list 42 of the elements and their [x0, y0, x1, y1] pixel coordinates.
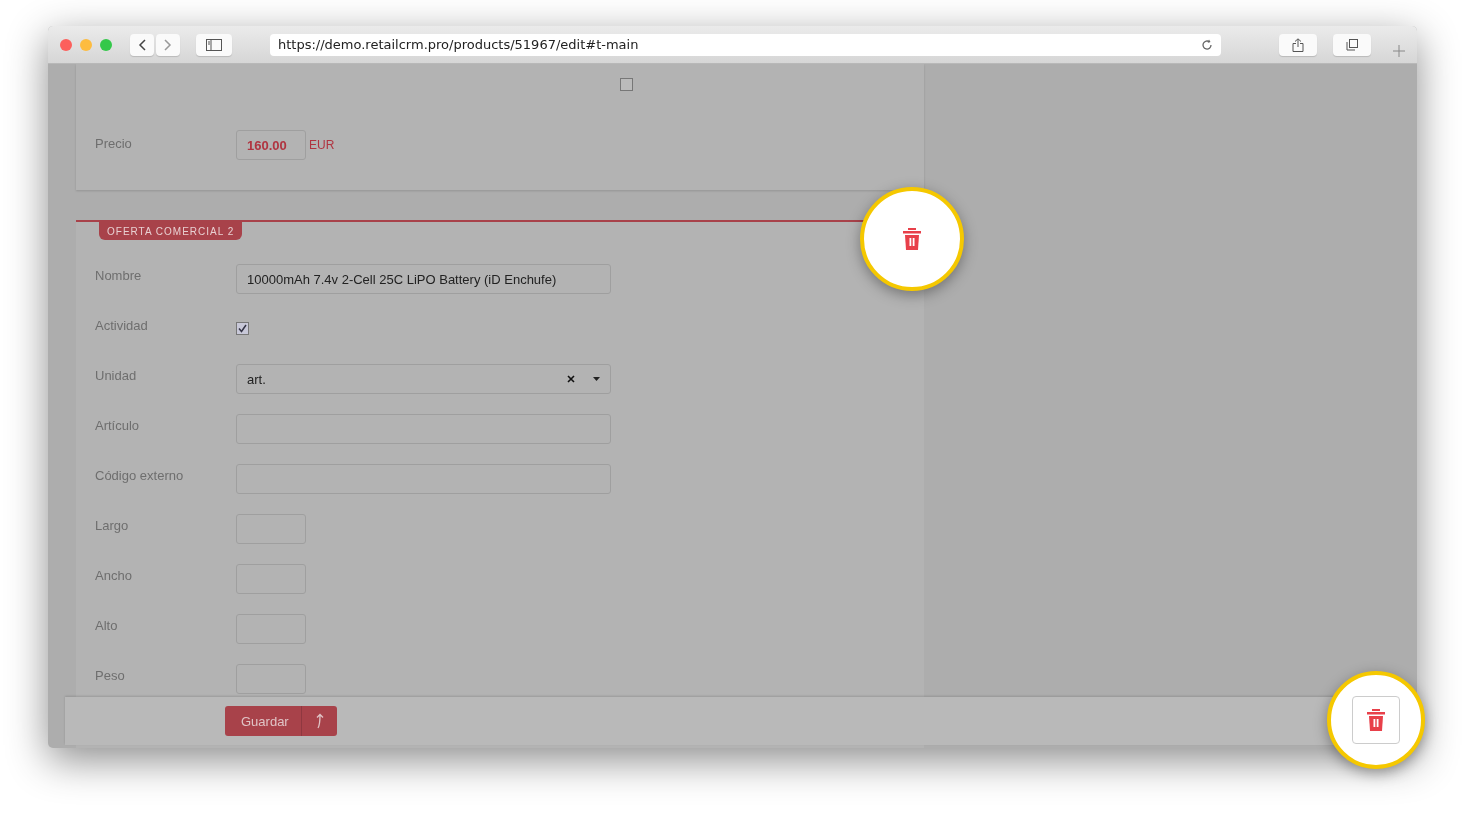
- sidebar-button[interactable]: [196, 33, 232, 56]
- field-label: Artículo: [95, 417, 141, 433]
- new-tab-icon[interactable]: [1393, 44, 1405, 57]
- field-label: Alto: [95, 617, 119, 633]
- field-label: Precio: [95, 135, 133, 151]
- tabs-button[interactable]: [1333, 33, 1371, 56]
- checkbox[interactable]: [236, 322, 249, 335]
- share-button[interactable]: [1279, 33, 1317, 56]
- trash-icon: [1366, 708, 1386, 732]
- arrow-icon: [314, 713, 325, 729]
- select-value: art.: [247, 371, 266, 387]
- save-button[interactable]: Guardar: [225, 706, 301, 736]
- trash-icon: [902, 227, 922, 251]
- minimize-icon[interactable]: [80, 38, 92, 51]
- zoom-icon[interactable]: [100, 38, 112, 51]
- caret-icon[interactable]: [593, 377, 600, 381]
- currency-label: EUR: [309, 138, 335, 152]
- back-button[interactable]: [130, 33, 154, 56]
- address-field[interactable]: https://demo.retailcrm.pro/products/51967/edit#t-main: [270, 33, 1221, 56]
- delete-button[interactable]: [1352, 696, 1400, 744]
- text-field[interactable]: 10000mAh 7.4v 2-Cell 25C LiPO Battery (iD Enchufe): [236, 264, 611, 294]
- field-label: Ancho: [95, 567, 133, 583]
- field-label: Largo: [95, 517, 130, 533]
- field-label: Actividad: [95, 317, 149, 333]
- back-icon: [138, 38, 146, 51]
- forward-icon: [164, 38, 172, 51]
- tabs-icon: [1346, 38, 1358, 51]
- field-label: Código externo: [95, 467, 185, 483]
- sidebar-icon: [206, 38, 222, 51]
- field-label: Unidad: [95, 367, 138, 383]
- close-icon[interactable]: [60, 38, 72, 51]
- save-arrow-button[interactable]: [301, 706, 337, 736]
- reload-icon[interactable]: [1201, 38, 1213, 51]
- field-label: Peso: [95, 667, 126, 683]
- checkbox[interactable]: [620, 78, 633, 91]
- share-icon: [1292, 37, 1304, 52]
- clear-icon[interactable]: [567, 375, 575, 383]
- url-text: https://demo.retailcrm.pro/products/51967/edit#t-main: [278, 37, 639, 52]
- unit-select[interactable]: art.: [236, 364, 611, 394]
- forward-button[interactable]: [156, 33, 180, 56]
- section-tag: OFERTA COMERCIAL 2: [99, 222, 243, 240]
- field-label: Nombre: [95, 267, 143, 283]
